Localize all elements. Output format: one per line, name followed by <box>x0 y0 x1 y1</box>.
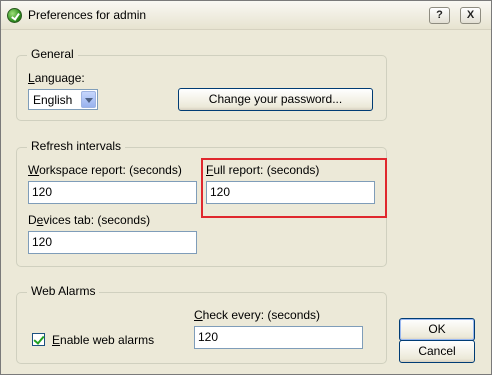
language-label: Language: <box>28 71 85 85</box>
language-select-value: English <box>33 93 73 107</box>
chevron-down-icon[interactable] <box>81 91 96 108</box>
workspace-report-input[interactable]: 120 <box>28 181 197 204</box>
check-every-input[interactable]: 120 <box>194 326 363 349</box>
title-bar[interactable]: Preferences for admin ? X <box>1 1 491 30</box>
window-title: Preferences for admin <box>28 8 147 22</box>
ok-button[interactable]: OK <box>399 318 475 341</box>
close-button[interactable]: X <box>460 7 481 24</box>
full-report-label: Full report: (seconds) <box>206 163 320 177</box>
language-select[interactable]: English <box>28 89 98 110</box>
help-button[interactable]: ? <box>429 7 450 24</box>
full-report-input[interactable]: 120 <box>206 181 375 204</box>
enable-web-alarms-label[interactable]: Enable web alarms <box>52 333 154 347</box>
devices-tab-input[interactable]: 120 <box>28 231 197 254</box>
change-password-button[interactable]: Change your password... <box>178 88 373 111</box>
app-check-icon <box>7 8 22 23</box>
check-every-label: Check every: (seconds) <box>194 308 321 322</box>
general-legend: General <box>27 47 78 61</box>
enable-web-alarms-checkbox[interactable] <box>32 333 45 346</box>
cancel-button[interactable]: Cancel <box>399 340 475 363</box>
web-alarms-legend: Web Alarms <box>27 284 100 298</box>
workspace-report-label: Workspace report: (seconds) <box>28 163 182 177</box>
refresh-intervals-legend: Refresh intervals <box>27 139 126 153</box>
devices-tab-label: Devices tab: (seconds) <box>28 213 151 227</box>
preferences-dialog: Preferences for admin ? X General Langua… <box>0 0 492 375</box>
